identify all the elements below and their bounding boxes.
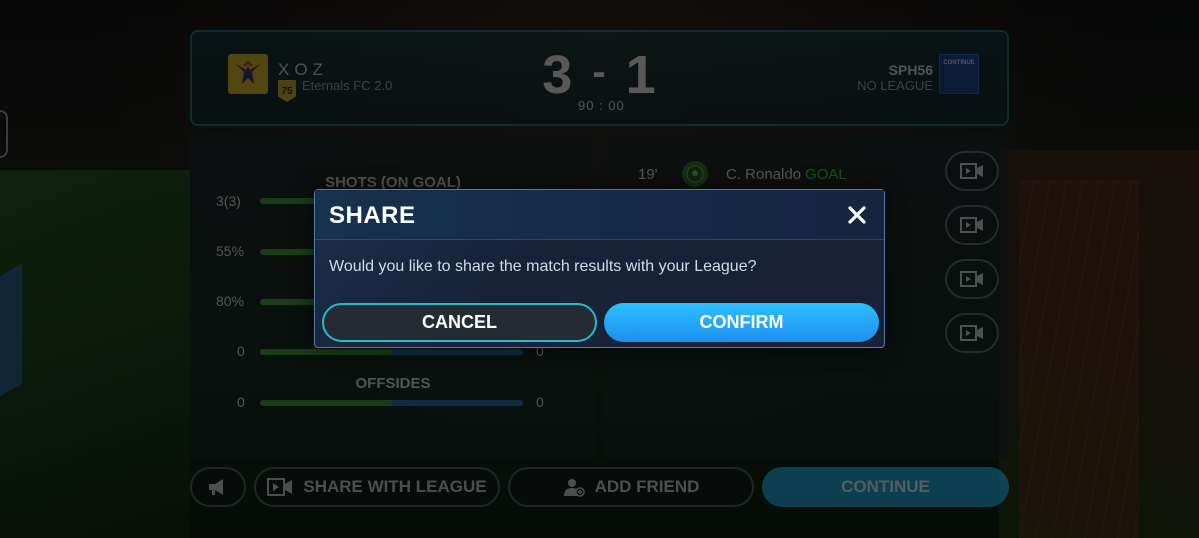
close-icon — [848, 206, 866, 224]
confirm-label: CONFIRM — [699, 312, 784, 332]
confirm-button[interactable]: CONFIRM — [604, 303, 879, 342]
dialog-title: SHARE — [329, 202, 416, 229]
close-button[interactable] — [844, 202, 870, 228]
cancel-label: CANCEL — [422, 312, 497, 332]
cancel-button[interactable]: CANCEL — [322, 303, 597, 342]
dialog-header: SHARE — [315, 190, 884, 240]
share-dialog: SHARE Would you like to share the match … — [314, 189, 885, 348]
dialog-message: Would you like to share the match result… — [329, 258, 757, 275]
